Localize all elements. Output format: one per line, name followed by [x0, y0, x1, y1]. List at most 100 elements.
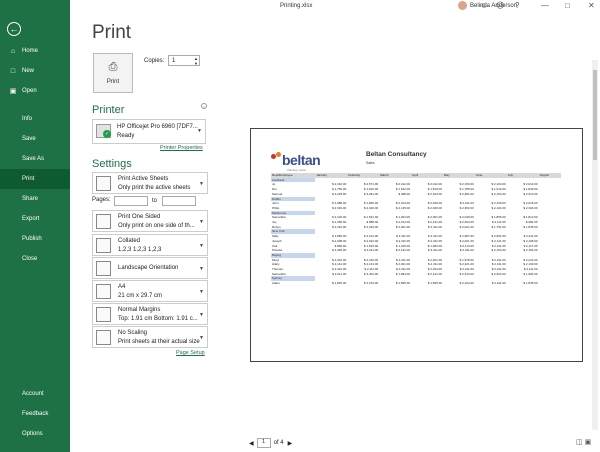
minimize-icon[interactable]: — [541, 2, 549, 10]
arrow-left-icon[interactable]: ← [7, 22, 21, 36]
printer-name: HP Officejet Pro 6960 [7DF7... [117, 124, 198, 130]
margins-icon [96, 307, 111, 322]
sidebar-item-label: Account [22, 391, 44, 397]
copies-value: 1 [172, 57, 176, 64]
sales-cell: $ 1,845.00 [332, 281, 347, 286]
to-label: to [152, 198, 158, 204]
sides-dropdown[interactable]: Print One Sided Only print on one side o… [92, 210, 208, 232]
collate-dropdown[interactable]: Collated 1,2,3 1,2,3 1,2,3 ▼ [92, 234, 208, 256]
pages-from-input[interactable] [114, 196, 148, 206]
sidebar-item-home[interactable]: ⌂ Home [0, 41, 70, 61]
sidebar-item-account[interactable]: Account [0, 384, 70, 404]
sidebar-item-print[interactable]: Print [0, 169, 70, 189]
logo-text: beltan [282, 152, 321, 168]
sidebar-item-options[interactable]: Options [0, 424, 70, 444]
chevron-down-icon: ▼ [197, 128, 202, 134]
chevron-down-icon: ▼ [199, 312, 204, 318]
sidebar-item-info[interactable]: Info [0, 109, 70, 129]
preview-page: beltan training | www Beltan Consultancy… [250, 128, 583, 362]
total-pages: of 4 [273, 440, 284, 446]
new-doc-icon: □ [10, 67, 16, 75]
sidebar-item-share[interactable]: Share [0, 189, 70, 209]
sidebar-item-save-as[interactable]: Save As [0, 149, 70, 169]
show-margins-icon[interactable]: ◫ [576, 439, 583, 446]
margins-dropdown[interactable]: Normal Margins Top: 1.91 cm Bottom: 1.91… [92, 303, 208, 325]
sidebar-item-export[interactable]: Export [0, 209, 70, 229]
maximize-icon[interactable]: □ [565, 2, 570, 10]
sidebar-item-publish[interactable]: Publish [0, 229, 70, 249]
spin-arrows-icon[interactable]: ▲ ▼ [194, 56, 198, 66]
sidebar-item-save[interactable]: Save [0, 129, 70, 149]
sidebar-item-label: Feedback [22, 411, 49, 417]
pages-to-input[interactable] [162, 196, 196, 206]
logo-tagline: training | www [287, 168, 306, 172]
avatar[interactable] [458, 1, 467, 10]
sales-cell: $ 1,845.00 [427, 281, 442, 286]
one-sided-icon [96, 214, 111, 229]
setting-label: No Scaling [118, 330, 148, 336]
printer-status: Ready [117, 133, 135, 139]
zoom-controls: ◫ ▣ [576, 438, 591, 446]
smile-icon[interactable]: ☺ [480, 2, 488, 10]
page-navigation: ◀ 1 of 4 ▶ [249, 438, 292, 448]
backstage-sidebar: ← ⌂ Home □ New ▣ Open Info Save Save As Pri… [0, 0, 70, 452]
user-name[interactable]: Belinda Anderson [470, 3, 517, 9]
print-what-dropdown[interactable]: Print Active Sheets Only print the activ… [92, 172, 208, 194]
print-button-label: Print [106, 79, 120, 85]
current-page-input[interactable]: 1 [256, 438, 271, 448]
setting-description: Print sheets at their actual size [118, 339, 200, 345]
home-icon: ⌂ [10, 47, 16, 55]
sidebar-item-label: Open [22, 88, 37, 94]
chevron-down-icon: ▼ [199, 335, 204, 341]
scaling-icon [96, 330, 111, 345]
landscape-icon [96, 261, 111, 276]
setting-label: Print One Sided [118, 214, 161, 220]
printer-properties-link[interactable]: Printer Properties [160, 145, 203, 151]
sidebar-item-label: Save As [22, 156, 45, 162]
setting-description: 1,2,3 1,2,3 1,2,3 [118, 247, 162, 253]
zoom-to-page-icon[interactable]: ▣ [585, 439, 592, 446]
setting-label: A4 [118, 284, 126, 290]
chevron-down-icon: ▼ [199, 243, 204, 249]
next-page-icon[interactable]: ▶ [288, 440, 293, 447]
sales-cell: $ 1,845.00 [523, 281, 538, 286]
sales-table: Dept/Employee January February March April Ma… [271, 173, 561, 286]
folder-icon: ▣ [9, 88, 17, 95]
copies-stepper[interactable]: 1 ▲ ▼ [168, 55, 200, 66]
print-button[interactable]: ⎙ Print [93, 53, 133, 93]
scaling-dropdown[interactable]: No Scaling Print sheets at their actual … [92, 326, 208, 348]
setting-description: Only print the active sheets [118, 185, 191, 191]
setting-description: 21 cm x 29.7 cm [118, 293, 163, 299]
info-icon[interactable]: i [201, 103, 207, 109]
sidebar-item-label: Print [22, 176, 35, 182]
sidebar-item-label: Publish [22, 236, 42, 242]
sidebar-item-open[interactable]: ▣ Open [0, 81, 70, 101]
close-icon[interactable]: ✕ [588, 2, 595, 10]
chevron-down-icon: ▼ [199, 266, 204, 272]
prev-page-icon[interactable]: ◀ [249, 440, 254, 447]
scrollbar-thumb[interactable] [593, 70, 597, 160]
setting-label: Collated [118, 238, 141, 244]
sidebar-item-close[interactable]: Close [0, 249, 70, 269]
help-icon[interactable]: ? [515, 2, 519, 10]
page-setup-link[interactable]: Page Setup [176, 350, 205, 356]
paper-size-dropdown[interactable]: A4 21 cm x 29.7 cm ▼ [92, 280, 208, 302]
title-bar: Printing.xlsx Belinda Anderson ☺ ☹ ? — □… [70, 0, 600, 14]
printer-dropdown[interactable]: ✓ HP Officejet Pro 6960 [7DF7... Ready ▼ [92, 119, 206, 144]
sidebar-item-new[interactable]: □ New [0, 61, 70, 81]
ready-check-icon: ✓ [103, 130, 111, 138]
sidebar-item-label: Export [22, 216, 40, 222]
pages-label: Pages: [92, 197, 111, 203]
settings-heading: Settings [92, 158, 132, 170]
sidebar-item-feedback[interactable]: Feedback [0, 404, 70, 424]
page-title: Print [92, 22, 132, 43]
sidebar-item-label: Options [22, 431, 43, 437]
report-subtitle: Sales [366, 161, 375, 165]
orientation-dropdown[interactable]: Landscape Orientation ▼ [92, 257, 208, 279]
frown-icon[interactable]: ☹ [496, 2, 504, 10]
printer-icon: ⎙ [108, 61, 118, 73]
sales-cell: $ 1,845.00 [395, 281, 411, 286]
copies-label: Copies: [144, 58, 165, 64]
vertical-scrollbar[interactable] [592, 60, 598, 430]
table-row: Adam $ 1,845.00 $ 2,154.00 $ 1,845.00 $ 1,84… [271, 281, 561, 286]
